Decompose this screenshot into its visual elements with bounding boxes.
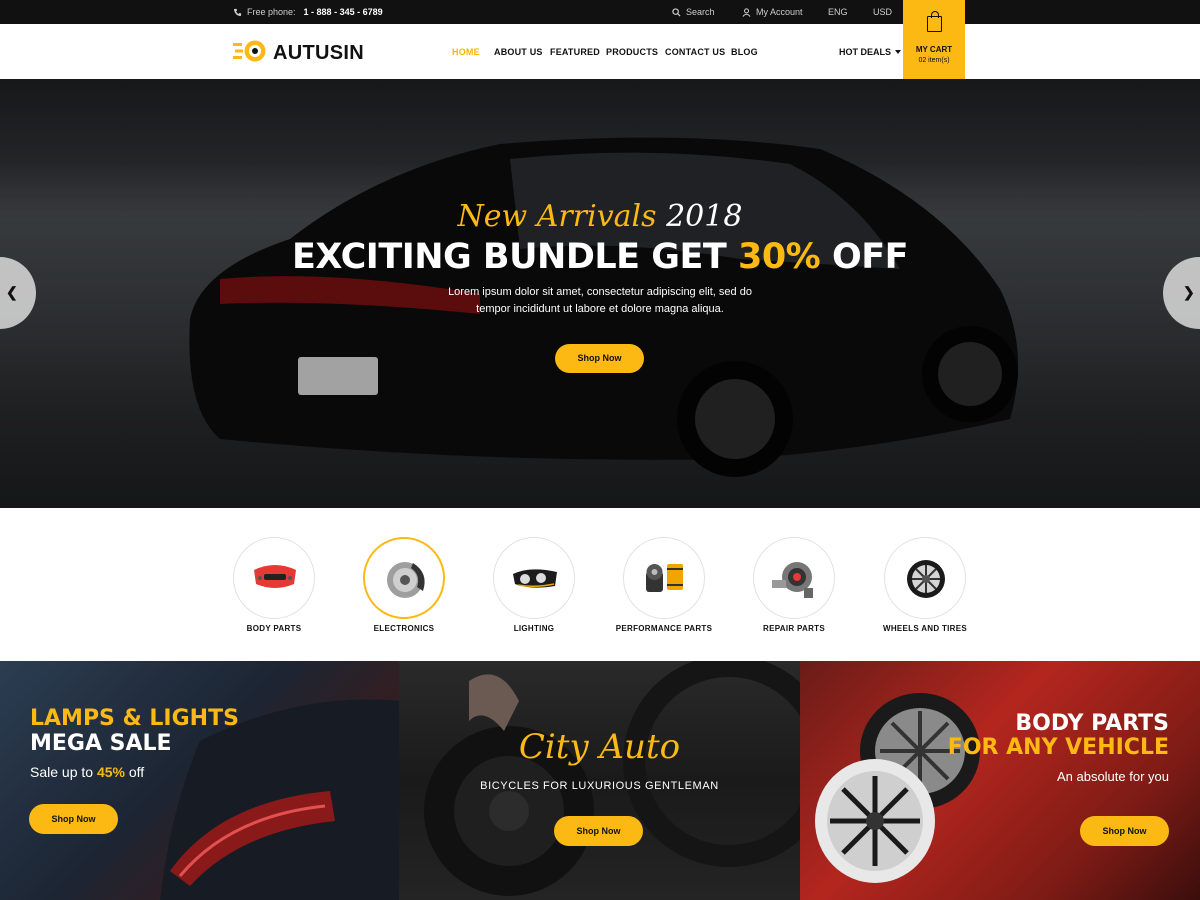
cart-count: 02 item(s) (918, 57, 950, 64)
nav-contact-us[interactable]: CONTACT US (665, 47, 725, 57)
hero-slider: New Arrivals 2018 EXCITING BUNDLE GET 30… (0, 79, 1200, 508)
search-icon (672, 7, 681, 17)
category-electronics[interactable]: ELECTRONICS (363, 537, 445, 647)
category-circle (233, 537, 315, 619)
user-icon (742, 7, 751, 17)
banner-body-parts: BODY PARTS FOR ANY VEHICLE An absolute f… (800, 661, 1200, 900)
oil-filter-icon (646, 564, 683, 592)
search-link[interactable]: Search (672, 7, 715, 17)
logo-wheel-icon (233, 39, 267, 68)
hero-subtitle-year: 2018 (666, 199, 743, 234)
banner-city-auto: City Auto BICYCLES FOR LUXURIOUS GENTLEM… (399, 661, 800, 900)
banner-1-sale-text: Sale up to 45% off (30, 764, 144, 780)
banner-3-shop-now-button[interactable]: Shop Now (1080, 816, 1169, 846)
nav-featured[interactable]: FEATURED (550, 47, 600, 57)
turbo-icon (772, 562, 813, 598)
bumper-icon (254, 565, 296, 588)
category-circle (884, 537, 966, 619)
brake-disc-icon (387, 562, 425, 598)
category-wheels-and-tires[interactable]: WHEELS AND TIRES (883, 537, 967, 647)
phone-info: Free phone: 1 - 888 - 345 - 6789 (233, 7, 383, 17)
banner-2-shop-now-button[interactable]: Shop Now (554, 816, 643, 846)
shopping-bag-icon (927, 11, 942, 32)
category-label: LIGHTING (513, 624, 555, 633)
language-selector[interactable]: ENG (828, 7, 848, 17)
category-label: BODY PARTS (246, 624, 302, 633)
currency-selector[interactable]: USD (873, 7, 892, 17)
category-label: PERFORMANCE PARTS (615, 624, 713, 633)
category-circle (623, 537, 705, 619)
wheel-icon (907, 560, 945, 598)
hero-text-line-1: Lorem ipsum dolor sit amet, consectetur … (448, 286, 752, 298)
sale-pre: Sale up to (30, 764, 94, 780)
category-circle (363, 537, 445, 619)
logo[interactable]: AUTUSIN (233, 39, 364, 68)
banner-1-line-2: MEGA SALE (30, 731, 172, 756)
headlight-icon (513, 569, 557, 588)
hero-subtitle-main: New Arrivals (457, 199, 657, 234)
phone-icon (233, 8, 242, 17)
banner-1-shop-now-button[interactable]: Shop Now (29, 804, 118, 834)
sale-post: off (128, 764, 145, 780)
hero-title: EXCITING BUNDLE GET 30% OFF (0, 237, 1200, 277)
caret-down-icon (895, 50, 902, 54)
hero-subtitle: New Arrivals 2018 (0, 199, 1200, 234)
nav-products[interactable]: PRODUCTS (606, 47, 658, 57)
hero-description: Lorem ipsum dolor sit amet, consectetur … (420, 284, 780, 318)
banner-2-title: City Auto (518, 727, 681, 767)
hero-title-post: OFF (831, 237, 909, 277)
category-label: WHEELS AND TIRES (882, 624, 968, 633)
nav-blog[interactable]: BLOG (731, 47, 758, 57)
hero-title-accent: 30% (737, 237, 821, 277)
banner-1-line-1: LAMPS & LIGHTS (30, 706, 239, 731)
phone-label: Free phone: (247, 7, 296, 17)
nav-home[interactable]: HOME (452, 47, 480, 57)
chevron-left-icon: ❮ (6, 284, 18, 300)
hero-text-line-2: tempor incididunt ut labore et dolore ma… (476, 303, 724, 315)
alloy-wheels-image (815, 693, 980, 883)
hero-shop-now-button[interactable]: Shop Now (555, 344, 644, 373)
hero-title-pre: EXCITING BUNDLE GET (291, 237, 727, 277)
banner-2-subtitle: BICYCLES FOR LUXURIOUS GENTLEMAN (480, 780, 719, 792)
banner-3-line-3: An absolute for you (1056, 769, 1169, 784)
top-bar: Free phone: 1 - 888 - 345 - 6789 Search … (0, 0, 1200, 24)
category-body-parts[interactable]: BODY PARTS (233, 537, 315, 647)
category-circle (493, 537, 575, 619)
category-circle (753, 537, 835, 619)
cart-button[interactable]: MY CART 02 item(s) (903, 0, 965, 79)
cart-label: MY CART (915, 45, 953, 54)
phone-number[interactable]: 1 - 888 - 345 - 6789 (304, 7, 383, 17)
main-header: AUTUSIN HOME ABOUT US FEATURED PRODUCTS … (0, 24, 1200, 79)
category-performance-parts[interactable]: PERFORMANCE PARTS (616, 537, 712, 647)
category-label: ELECTRONICS (373, 624, 435, 633)
banner-3-line-1: BODY PARTS (1015, 711, 1169, 736)
nav-about-us[interactable]: ABOUT US (494, 47, 543, 57)
search-label: Search (686, 7, 715, 17)
hot-deals-label: HOT DEALS (839, 47, 892, 57)
account-link[interactable]: My Account (742, 7, 803, 17)
hot-deals-dropdown[interactable]: HOT DEALS (839, 47, 902, 57)
account-label: My Account (756, 7, 803, 17)
banner-3-line-2: FOR ANY VEHICLE (947, 735, 1169, 760)
category-lighting[interactable]: LIGHTING (493, 537, 575, 647)
banner-lamps-lights: LAMPS & LIGHTS MEGA SALE Sale up to 45% … (0, 661, 399, 900)
sale-percent: 45% (96, 764, 125, 780)
category-repair-parts[interactable]: REPAIR PARTS (753, 537, 835, 647)
category-label: REPAIR PARTS (763, 624, 825, 633)
logo-text: AUTUSIN (273, 42, 364, 64)
chevron-right-icon: ❯ (1183, 284, 1195, 300)
